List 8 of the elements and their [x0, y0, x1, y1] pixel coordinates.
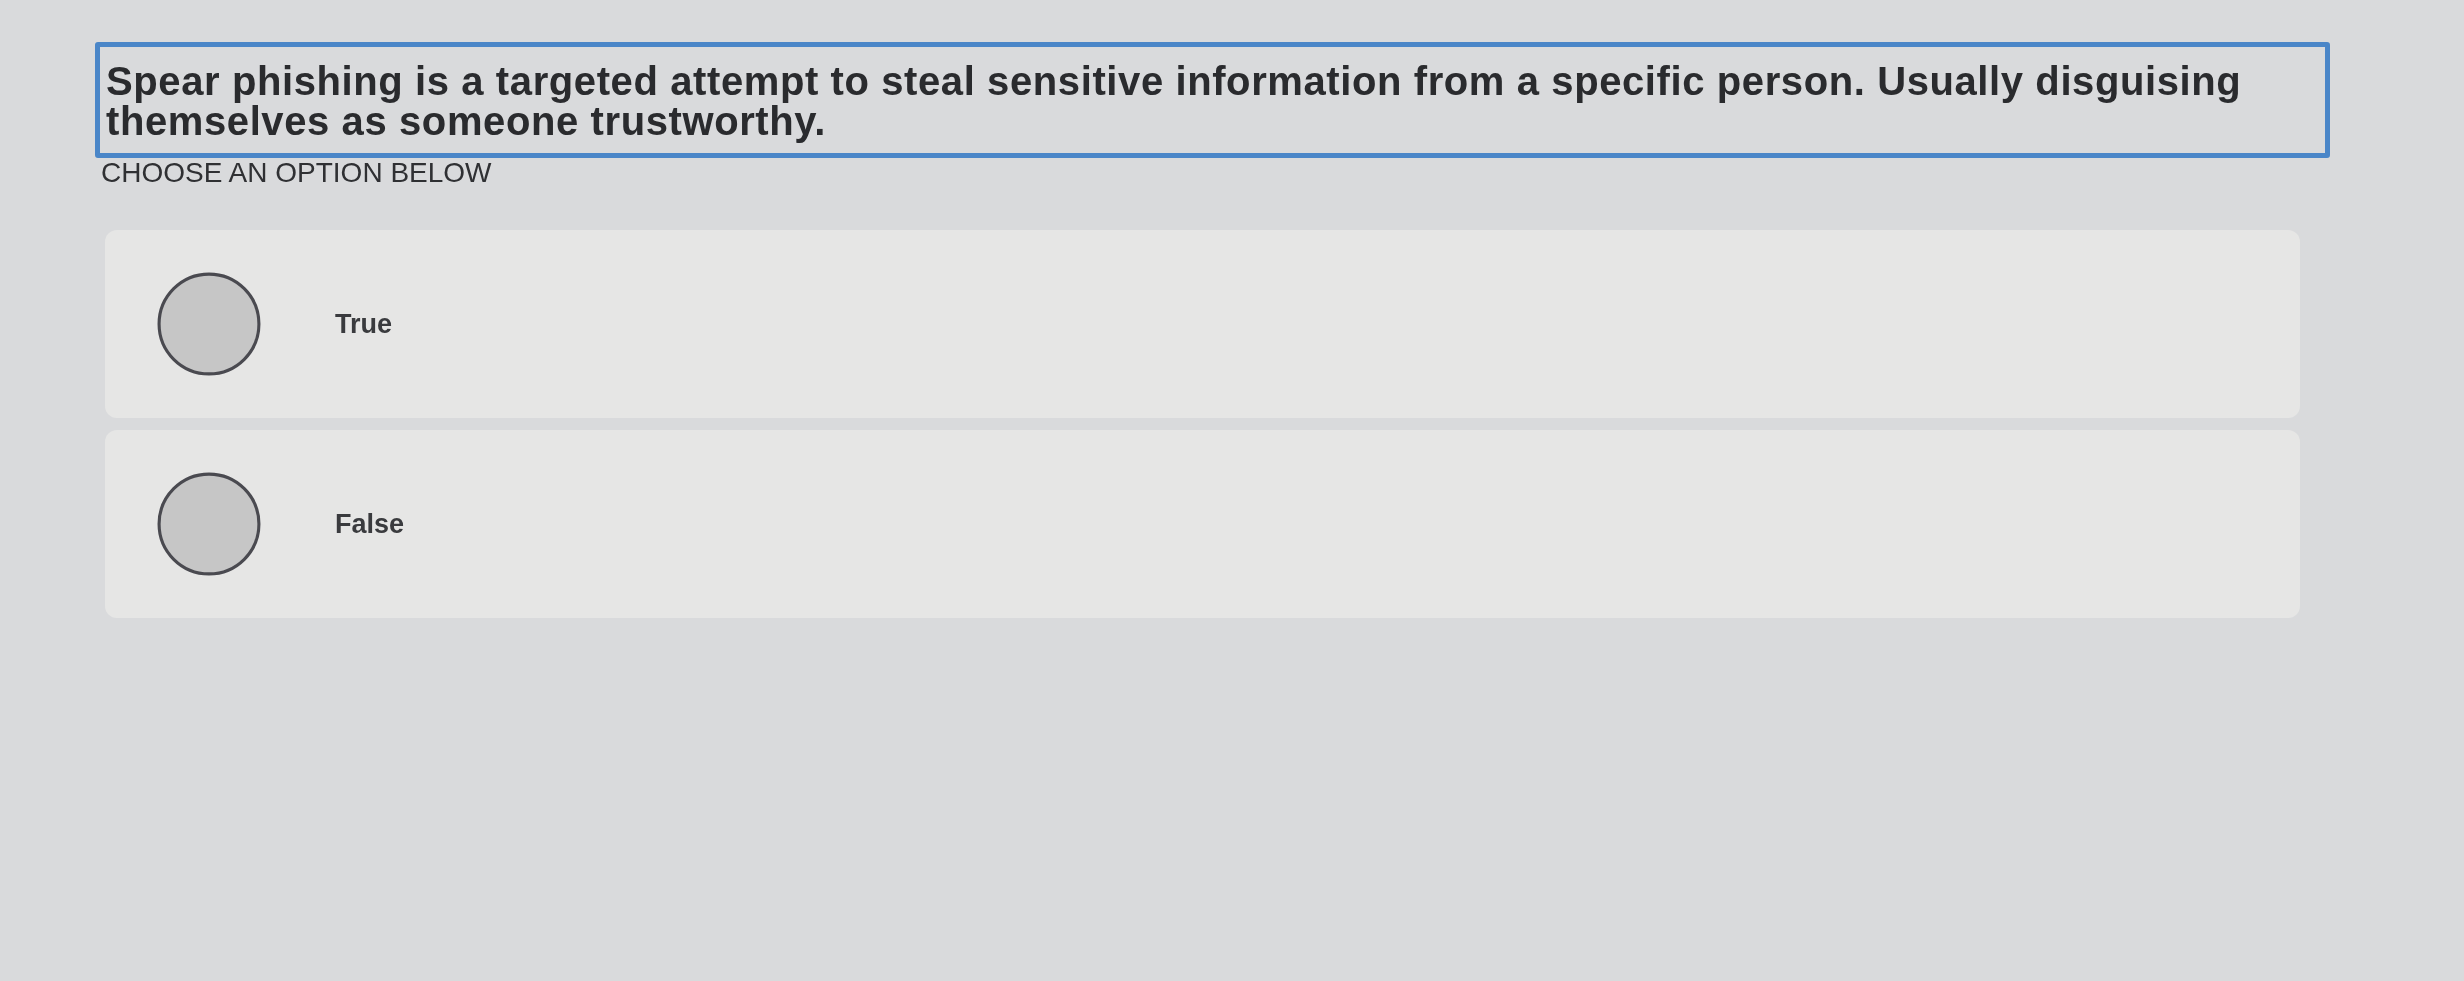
- answer-option[interactable]: False: [105, 430, 2300, 618]
- question-text: Spear phishing is a targeted attempt to steal sensitive information from a specific person. Usually disguising themselves as someone trustworthy.: [106, 61, 2243, 141]
- answer-option[interactable]: True: [105, 230, 2300, 418]
- instruction-text: CHOOSE AN OPTION BELOW: [101, 158, 492, 188]
- option-label: False: [335, 508, 405, 540]
- radio-button-icon[interactable]: [157, 272, 261, 376]
- radio-button-icon[interactable]: [157, 472, 261, 576]
- option-label: True: [335, 308, 393, 340]
